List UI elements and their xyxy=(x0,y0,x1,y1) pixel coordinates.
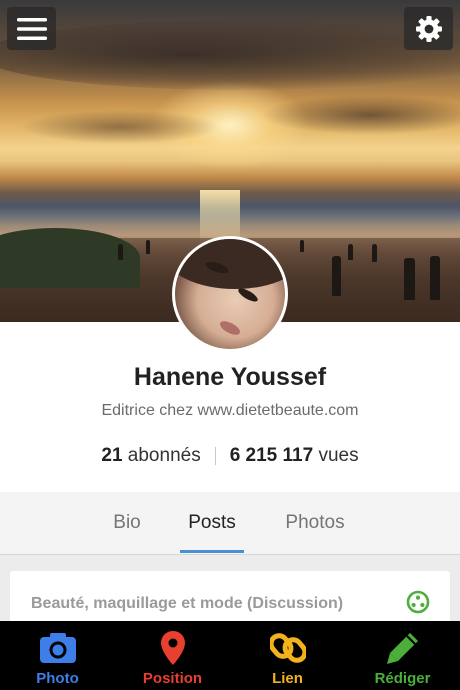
profile-name: Hanene Youssef xyxy=(133,363,327,391)
camera-icon xyxy=(38,629,78,667)
profile-subtitle: Editrice chez www.dietetbeaute.com xyxy=(101,402,359,419)
avatar-lips xyxy=(217,318,243,338)
photo-action-button[interactable]: Photo xyxy=(0,621,115,690)
write-action-label: Rédiger xyxy=(374,670,431,687)
cover-person xyxy=(372,244,377,262)
cover-person xyxy=(332,256,341,296)
avatar-hair xyxy=(175,239,285,289)
pencil-icon xyxy=(383,629,423,667)
cover-person xyxy=(300,240,304,252)
write-action-button[interactable]: Rédiger xyxy=(345,621,460,690)
views-stat: 6 215 117 vues xyxy=(230,445,359,467)
hamburger-icon xyxy=(16,17,47,40)
settings-button[interactable] xyxy=(404,7,453,50)
active-tab-indicator xyxy=(180,550,244,553)
position-action-label: Position xyxy=(142,670,203,687)
cover-person xyxy=(430,256,440,300)
link-action-button[interactable]: Lien xyxy=(230,621,345,690)
cover-cloud xyxy=(0,20,460,90)
tab-photos[interactable]: Photos xyxy=(278,492,352,555)
link-action-label: Lien xyxy=(272,670,303,687)
post-title[interactable]: Beauté, maquillage et mode (Discussion) xyxy=(31,595,343,613)
profile-tabs: Bio Posts Photos xyxy=(0,492,460,555)
cover-person xyxy=(146,240,150,254)
avatar-eye xyxy=(236,286,260,304)
views-count: 6 215 117 xyxy=(229,445,314,466)
tab-bio[interactable]: Bio xyxy=(100,492,154,555)
followers-count: 21 xyxy=(101,445,123,466)
profile-stats: 21 abonnés 6 215 117 vues xyxy=(0,445,460,467)
tab-posts[interactable]: Posts xyxy=(180,492,244,555)
map-pin-icon xyxy=(153,629,193,667)
avatar[interactable] xyxy=(172,236,288,352)
stats-divider xyxy=(214,447,216,465)
cover-person xyxy=(348,244,353,260)
followers-stat[interactable]: 21 abonnés xyxy=(101,445,200,467)
bottom-action-bar: Photo Position Lien Rédiger xyxy=(0,621,460,690)
position-action-button[interactable]: Position xyxy=(115,621,230,690)
gear-icon xyxy=(415,15,442,42)
photo-action-label: Photo xyxy=(36,670,79,687)
link-icon xyxy=(268,629,308,667)
followers-label: abonnés xyxy=(127,445,201,466)
menu-button[interactable] xyxy=(7,7,56,50)
discussion-icon xyxy=(406,590,430,614)
cover-person xyxy=(118,244,123,260)
cover-person xyxy=(404,258,415,300)
cover-cloud xyxy=(20,110,220,144)
views-label: vues xyxy=(318,445,359,466)
